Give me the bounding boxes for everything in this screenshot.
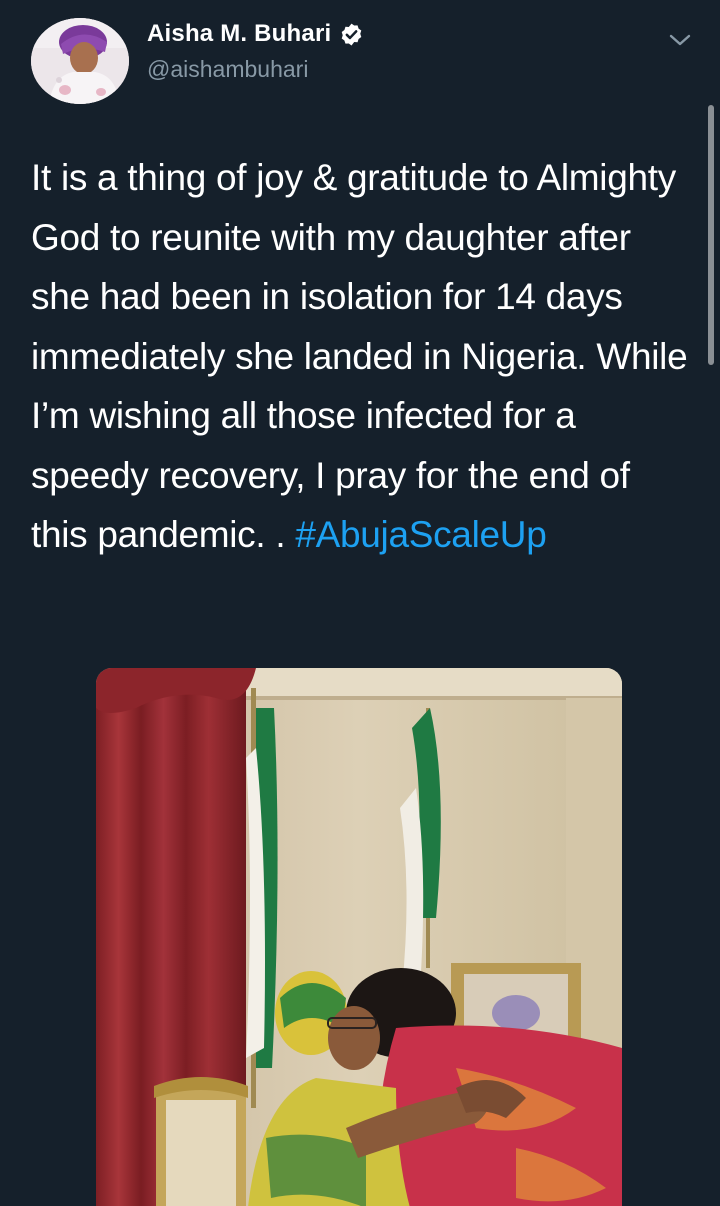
avatar[interactable] xyxy=(31,18,129,104)
scroll-indicator[interactable] xyxy=(708,105,714,365)
hashtag-link[interactable]: #AbujaScaleUp xyxy=(295,514,546,555)
author-name-row[interactable]: Aisha M. Buhari xyxy=(147,20,364,48)
tweet-photo[interactable] xyxy=(96,668,622,1206)
chevron-down-icon[interactable] xyxy=(666,30,694,50)
tweet-view: Aisha M. Buhari @aishambuhari It is a th… xyxy=(0,0,720,1206)
display-name[interactable]: Aisha M. Buhari xyxy=(147,20,331,48)
author-handle[interactable]: @aishambuhari xyxy=(147,56,308,83)
photo-content xyxy=(96,668,622,1206)
tweet-body: It is a thing of joy & gratitude to Almi… xyxy=(31,157,688,555)
verified-badge-icon xyxy=(339,22,364,47)
tweet-text: It is a thing of joy & gratitude to Almi… xyxy=(31,148,696,565)
avatar-photo xyxy=(31,18,129,104)
